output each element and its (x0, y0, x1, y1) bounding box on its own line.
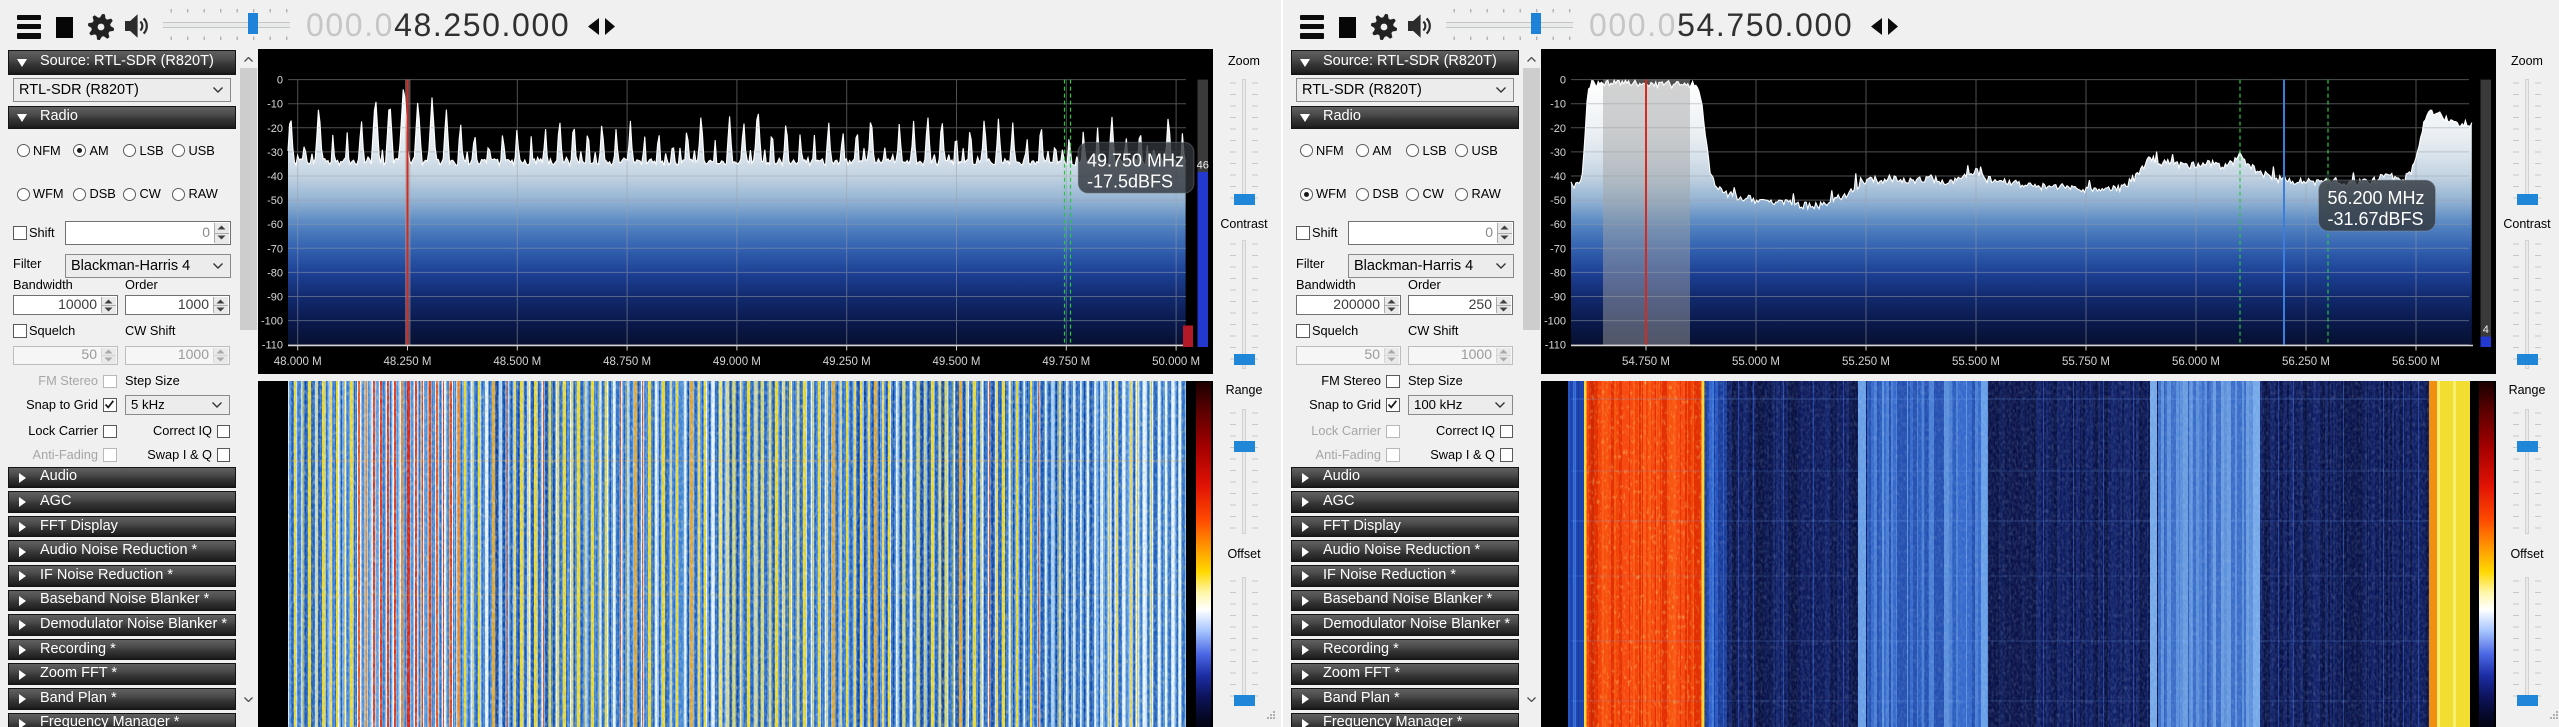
svg-text:-17.5dBFS: -17.5dBFS (1087, 171, 1173, 191)
svg-text:-31.67dBFS: -31.67dBFS (2328, 209, 2424, 229)
svg-text:49.250 M: 49.250 M (823, 356, 871, 368)
svg-text:48.500 M: 48.500 M (493, 356, 541, 368)
svg-text:-60: -60 (267, 219, 283, 231)
svg-text:-20: -20 (1550, 123, 1566, 135)
svg-text:-80: -80 (1550, 267, 1566, 279)
svg-text:-90: -90 (267, 292, 283, 304)
svg-text:-100: -100 (261, 316, 283, 328)
svg-text:56.250 M: 56.250 M (2282, 356, 2330, 368)
svg-text:-30: -30 (1550, 147, 1566, 159)
svg-text:0: 0 (277, 75, 283, 87)
svg-text:-80: -80 (267, 267, 283, 279)
svg-text:-30: -30 (267, 147, 283, 159)
svg-text:50.000 M: 50.000 M (1152, 356, 1200, 368)
svg-text:-100: -100 (1544, 316, 1566, 328)
svg-text:55.750 M: 55.750 M (2062, 356, 2110, 368)
svg-text:-90: -90 (1550, 292, 1566, 304)
svg-text:55.250 M: 55.250 M (1842, 356, 1890, 368)
svg-text:46: 46 (1197, 160, 1209, 172)
svg-text:-10: -10 (1550, 99, 1566, 111)
svg-text:-50: -50 (1550, 195, 1566, 207)
svg-text:-60: -60 (1550, 219, 1566, 231)
svg-text:-70: -70 (1550, 243, 1566, 255)
svg-text:-10: -10 (267, 99, 283, 111)
svg-text:55.500 M: 55.500 M (1952, 356, 2000, 368)
svg-text:56.000 M: 56.000 M (2172, 356, 2220, 368)
svg-text:-50: -50 (267, 195, 283, 207)
svg-text:49.750 M: 49.750 M (1042, 356, 1090, 368)
svg-text:49.750 MHz: 49.750 MHz (1087, 150, 1184, 170)
svg-text:-70: -70 (267, 243, 283, 255)
svg-text:55.000 M: 55.000 M (1732, 356, 1780, 368)
svg-text:49.500 M: 49.500 M (933, 356, 981, 368)
svg-text:-40: -40 (1550, 171, 1566, 183)
svg-text:48.250 M: 48.250 M (384, 356, 432, 368)
svg-text:-20: -20 (267, 123, 283, 135)
svg-text:49.000 M: 49.000 M (713, 356, 761, 368)
svg-text:48.000 M: 48.000 M (274, 356, 322, 368)
svg-text:54.750 M: 54.750 M (1622, 356, 1670, 368)
svg-text:4: 4 (2483, 324, 2489, 336)
svg-text:-40: -40 (267, 171, 283, 183)
svg-text:0: 0 (1560, 75, 1566, 87)
svg-text:-110: -110 (262, 340, 283, 352)
svg-text:48.750 M: 48.750 M (603, 356, 651, 368)
svg-text:56.200 MHz: 56.200 MHz (2328, 188, 2425, 208)
svg-text:-110: -110 (1545, 340, 1566, 352)
svg-text:56.500 M: 56.500 M (2392, 356, 2440, 368)
